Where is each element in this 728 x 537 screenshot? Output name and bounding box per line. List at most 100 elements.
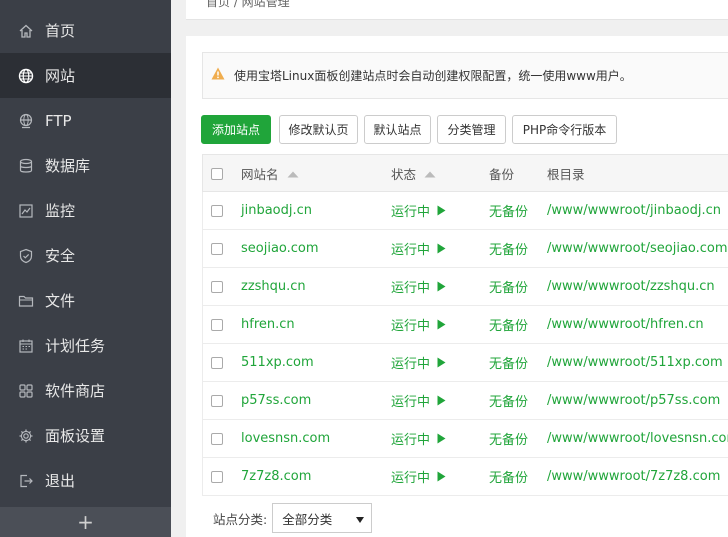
- backup-link[interactable]: 无备份: [489, 382, 528, 419]
- status-toggle[interactable]: 运行中: [391, 382, 446, 419]
- row-checkbox[interactable]: [211, 306, 223, 343]
- backup-link[interactable]: 无备份: [489, 458, 528, 495]
- root-dir-link[interactable]: /www/wwwroot/7z7z8.com: [547, 458, 720, 495]
- root-dir-link[interactable]: /www/wwwroot/jinbaodj.cn: [547, 192, 721, 229]
- sidebar-item-label: 首页: [45, 22, 76, 40]
- calendar-icon: [18, 338, 34, 354]
- site-name-link[interactable]: seojiao.com: [241, 230, 319, 267]
- site-name-link[interactable]: lovesnsn.com: [241, 420, 330, 457]
- column-header-site-name[interactable]: 网站名: [241, 155, 299, 192]
- sidebar-item-label: 数据库: [45, 157, 91, 175]
- site-name-link[interactable]: 7z7z8.com: [241, 458, 311, 495]
- category-select[interactable]: 全部分类: [272, 503, 373, 533]
- backup-link[interactable]: 无备份: [489, 344, 528, 381]
- site-name-link[interactable]: 511xp.com: [241, 344, 314, 381]
- ftp-globe-icon: [18, 113, 34, 129]
- category-select-value: 全部分类: [282, 511, 333, 527]
- play-icon: [437, 205, 446, 216]
- warning-icon: [211, 67, 225, 84]
- database-icon: [18, 158, 34, 174]
- root-dir-link[interactable]: /www/wwwroot/lovesnsn.com: [547, 420, 728, 457]
- status-toggle[interactable]: 运行中: [391, 268, 446, 305]
- sidebar-item-monitor[interactable]: 监控: [0, 188, 171, 233]
- status-text: 运行中: [391, 357, 431, 372]
- sidebar-item-cron[interactable]: 计划任务: [0, 323, 171, 368]
- play-icon: [437, 433, 446, 444]
- table-row: p57ss.com 运行中 无备份/www/wwwroot/p57ss.com: [202, 382, 728, 420]
- root-dir-link[interactable]: /www/wwwroot/hfren.cn: [547, 306, 704, 343]
- status-toggle[interactable]: 运行中: [391, 192, 446, 229]
- sidebar-item-settings[interactable]: 面板设置: [0, 413, 171, 458]
- sidebar-item-ftp[interactable]: FTP: [0, 98, 171, 143]
- sidebar-item-security[interactable]: 安全: [0, 233, 171, 278]
- play-icon: [437, 395, 446, 406]
- logout-icon: [18, 473, 34, 489]
- table-row: lovesnsn.com 运行中 无备份/www/wwwroot/lovesnsn.…: [202, 420, 728, 458]
- sidebar-item-store[interactable]: 软件商店: [0, 368, 171, 413]
- row-checkbox[interactable]: [211, 230, 223, 267]
- site-management-panel: 使用宝塔Linux面板创建站点时会自动创建权限配置，统一使用www用户。 添加站…: [186, 36, 728, 537]
- status-toggle[interactable]: 运行中: [391, 306, 446, 343]
- php-cli-version-button[interactable]: PHP命令行版本: [512, 115, 617, 144]
- sidebar-item-website[interactable]: 网站: [0, 53, 171, 98]
- row-checkbox[interactable]: [211, 420, 223, 457]
- sidebar-item-home[interactable]: 首页: [0, 8, 171, 53]
- home-icon: [18, 23, 34, 39]
- row-checkbox[interactable]: [211, 268, 223, 305]
- sidebar-item-label: 文件: [45, 292, 76, 310]
- table-row: 7z7z8.com 运行中 无备份/www/wwwroot/7z7z8.com: [202, 458, 728, 496]
- row-checkbox[interactable]: [211, 344, 223, 381]
- notice-box: 使用宝塔Linux面板创建站点时会自动创建权限配置，统一使用www用户。: [202, 52, 728, 99]
- sidebar-item-logout[interactable]: 退出: [0, 458, 171, 503]
- status-toggle[interactable]: 运行中: [391, 420, 446, 457]
- table-row: zzshqu.cn 运行中 无备份/www/wwwroot/zzshqu.cn: [202, 268, 728, 306]
- status-toggle[interactable]: 运行中: [391, 458, 446, 495]
- backup-link[interactable]: 无备份: [489, 268, 528, 305]
- table-header: 网站名 状态 备份 根目录: [202, 154, 728, 192]
- root-dir-link[interactable]: /www/wwwroot/seojiao.com: [547, 230, 728, 267]
- row-checkbox[interactable]: [211, 458, 223, 495]
- site-name-link[interactable]: hfren.cn: [241, 306, 295, 343]
- sort-asc-icon: [287, 166, 299, 181]
- row-checkbox[interactable]: [211, 382, 223, 419]
- backup-link[interactable]: 无备份: [489, 306, 528, 343]
- root-dir-link[interactable]: /www/wwwroot/zzshqu.cn: [547, 268, 715, 305]
- sidebar-item-label: 计划任务: [45, 337, 106, 355]
- category-manage-button[interactable]: 分类管理: [437, 115, 506, 144]
- play-icon: [437, 243, 446, 254]
- sidebar-add-button[interactable]: +: [0, 507, 171, 537]
- site-category-filter: 站点分类: 全部分类: [202, 503, 373, 533]
- sidebar-item-database[interactable]: 数据库: [0, 143, 171, 188]
- select-all-checkbox[interactable]: [211, 155, 223, 192]
- default-site-button[interactable]: 默认站点: [364, 115, 431, 144]
- add-site-button[interactable]: 添加站点: [201, 115, 271, 144]
- site-name-link[interactable]: zzshqu.cn: [241, 268, 306, 305]
- site-name-link[interactable]: p57ss.com: [241, 382, 311, 419]
- backup-link[interactable]: 无备份: [489, 192, 528, 229]
- backup-link[interactable]: 无备份: [489, 230, 528, 267]
- status-text: 运行中: [391, 433, 431, 448]
- root-dir-link[interactable]: /www/wwwroot/p57ss.com: [547, 382, 720, 419]
- column-header-root-dir: 根目录: [547, 167, 585, 182]
- status-text: 运行中: [391, 243, 431, 258]
- play-icon: [437, 357, 446, 368]
- column-header-status[interactable]: 状态: [391, 155, 436, 192]
- sort-asc-icon: [424, 166, 436, 181]
- monitor-chart-icon: [18, 203, 34, 219]
- status-toggle[interactable]: 运行中: [391, 230, 446, 267]
- sidebar-item-files[interactable]: 文件: [0, 278, 171, 323]
- row-checkbox[interactable]: [211, 192, 223, 229]
- table-row: jinbaodj.cn 运行中 无备份/www/wwwroot/jinbaodj.c…: [202, 192, 728, 230]
- edit-default-page-button[interactable]: 修改默认页: [279, 115, 358, 144]
- play-icon: [437, 319, 446, 330]
- sidebar-item-label: FTP: [45, 111, 72, 130]
- shield-icon: [18, 248, 34, 264]
- play-icon: [437, 471, 446, 482]
- site-name-link[interactable]: jinbaodj.cn: [241, 192, 312, 229]
- root-dir-link[interactable]: /www/wwwroot/511xp.com: [547, 344, 723, 381]
- status-text: 运行中: [391, 281, 431, 296]
- table-row: 511xp.com 运行中 无备份/www/wwwroot/511xp.com: [202, 344, 728, 382]
- backup-link[interactable]: 无备份: [489, 420, 528, 457]
- status-toggle[interactable]: 运行中: [391, 344, 446, 381]
- grid-apps-icon: [18, 383, 34, 399]
